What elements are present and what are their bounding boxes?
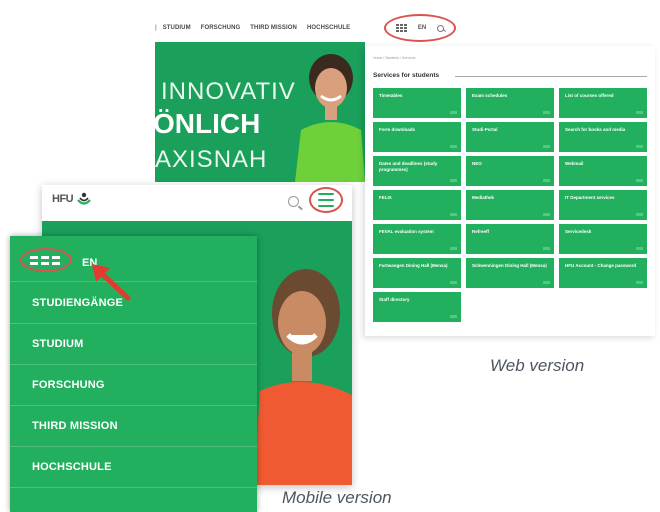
mobile-menu-list: STUDIENGÄNGE STUDIUM FORSCHUNG THIRD MIS… [10, 283, 257, 488]
service-tile[interactable]: Staff directory [373, 292, 461, 322]
service-tile[interactable]: Servicedesk [559, 224, 647, 254]
web-hero-banner: INNOVATIV ÖNLICH AXISNAH [155, 42, 365, 182]
service-tile[interactable]: Exam schedules [466, 88, 554, 118]
service-tile[interactable]: Refreeff [466, 224, 554, 254]
service-tile[interactable]: Schwenningen Dining Hall (Mensa) [466, 258, 554, 288]
nav-separator: | [155, 25, 157, 31]
nav-item-studium[interactable]: STUDIUM [163, 25, 191, 31]
nav-item-hochschule[interactable]: HOCHSCHULE [307, 25, 350, 31]
pointer-arrow-icon [92, 264, 131, 301]
search-icon[interactable] [288, 196, 299, 207]
highlight-circle [384, 14, 456, 42]
service-tile[interactable]: FELIX [373, 190, 461, 220]
service-tile[interactable]: NEO [466, 156, 554, 186]
web-version-caption: Web version [490, 356, 585, 375]
service-tile[interactable]: FEVAL evaluation system [373, 224, 461, 254]
title-rule [455, 76, 647, 77]
service-tile[interactable]: Dates and deadlines (study programmes) [373, 156, 461, 186]
mobile-header: HFU [42, 185, 352, 221]
service-tile[interactable]: Mediathek [466, 190, 554, 220]
service-tile[interactable]: Furtwangen Dining Hall (Mensa) [373, 258, 461, 288]
services-title: Services for students [373, 72, 440, 79]
menu-item-third-mission[interactable]: THIRD MISSION [10, 406, 257, 447]
hero-text-line-1: INNOVATIV [161, 78, 296, 105]
nav-item-forschung[interactable]: FORSCHUNG [201, 25, 241, 31]
nav-item-third-mission[interactable]: THIRD MISSION [250, 25, 297, 31]
menu-item-forschung[interactable]: FORSCHUNG [10, 365, 257, 406]
breadcrumb[interactable]: Home / Students / Services [373, 56, 415, 60]
services-panel: Home / Students / Services Services for … [365, 46, 655, 336]
service-tile[interactable]: HFU Account - Change password [559, 258, 647, 288]
hero-text-line-3: AXISNAH [155, 146, 268, 173]
hero-person-image [254, 269, 352, 485]
mobile-version-caption: Mobile version [282, 488, 392, 507]
highlight-circle [20, 248, 72, 272]
services-tile-grid: Timetables Exam schedules List of course… [373, 88, 655, 322]
service-tile[interactable]: Studi-Portal [466, 122, 554, 152]
service-tile[interactable]: List of courses offered [559, 88, 647, 118]
menu-item-studium[interactable]: STUDIUM [10, 324, 257, 365]
service-tile[interactable]: Webmail [559, 156, 647, 186]
service-tile[interactable]: Form downloads [373, 122, 461, 152]
menu-item-hochschule[interactable]: HOCHSCHULE [10, 447, 257, 488]
service-tile[interactable]: Timetables [373, 88, 461, 118]
service-tile[interactable]: Search for books and media [559, 122, 647, 152]
hero-person-image [295, 54, 365, 182]
web-top-nav: | STUDIUM FORSCHUNG THIRD MISSION HOCHSC… [155, 14, 505, 42]
hfu-logo-icon [77, 192, 91, 205]
hfu-logo-text[interactable]: HFU [52, 193, 74, 205]
hero-text-line-2: ÖNLICH [155, 108, 261, 139]
highlight-circle [309, 187, 343, 213]
service-tile[interactable]: IT Department services [559, 190, 647, 220]
